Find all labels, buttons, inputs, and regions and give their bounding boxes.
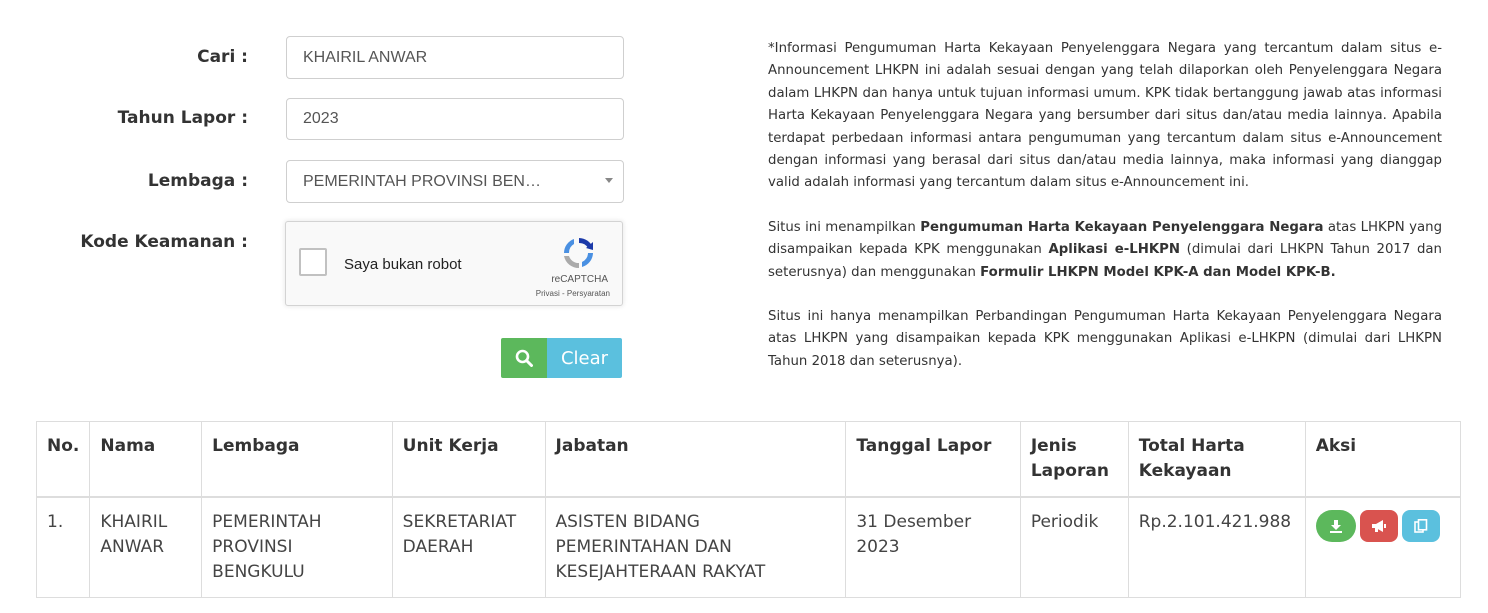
info-paragraph-3: Situs ini hanya menampilkan Perbandingan…: [768, 309, 1442, 369]
cell-tanggal-lapor: 31 Desember 2023: [845, 496, 1021, 598]
megaphone-icon: [1371, 520, 1386, 532]
copy-button[interactable]: [1401, 510, 1440, 542]
lembaga-label: Lembaga :: [147, 171, 248, 191]
header-nama: Nama: [89, 421, 203, 498]
cell-jabatan: ASISTEN BIDANG PEMERINTAHAN DAN KESEJAHT…: [544, 496, 847, 598]
table-header-row: No. Nama Lembaga Unit Kerja Jabatan Tang…: [35, 421, 1462, 498]
header-no: No.: [35, 421, 91, 498]
tahun-lapor-value: 2023: [303, 110, 339, 127]
header-total-harta: Total Harta Kekayaan: [1127, 421, 1306, 498]
tahun-lapor-input[interactable]: 2023: [286, 98, 624, 140]
chevron-down-icon: [605, 178, 613, 183]
recaptcha-brand: reCAPTCHA: [551, 274, 608, 285]
recaptcha-links[interactable]: Privasi - Persyaratan: [536, 289, 610, 298]
recaptcha-logo-icon: [564, 238, 593, 269]
tahun-lapor-label: Tahun Lapor :: [117, 108, 248, 128]
cell-lembaga: PEMERINTAH PROVINSI BENGKULU: [201, 496, 393, 598]
download-icon: [1329, 520, 1342, 533]
cell-unit-kerja: SEKRETARIAT DAERAH: [391, 496, 546, 598]
lembaga-select-value: PEMERINTAH PROVINSI BEN…: [303, 172, 541, 190]
header-aksi: Aksi: [1304, 421, 1462, 498]
lembaga-select[interactable]: PEMERINTAH PROVINSI BEN…: [286, 160, 624, 203]
cell-total-harta: Rp.2.101.421.988: [1127, 496, 1306, 598]
info-paragraph-2: Situs ini menampilkan Pengumuman Harta K…: [768, 219, 1443, 280]
recaptcha-label: Saya bukan robot: [344, 256, 462, 273]
info-paragraph-1: *Informasi Pengumuman Harta Kekayaan Pen…: [768, 41, 1442, 191]
header-tanggal-lapor: Tanggal Lapor: [845, 421, 1021, 498]
clear-button[interactable]: Clear: [547, 338, 622, 378]
header-unit-kerja: Unit Kerja: [391, 421, 546, 498]
cell-aksi: [1304, 496, 1462, 598]
cell-nama: KHAIRIL ANWAR: [89, 496, 203, 598]
recaptcha-widget: Saya bukan robot reCAPTCHA Privasi - Per…: [285, 221, 623, 306]
cari-input-value: KHAIRIL ANWAR: [303, 48, 428, 66]
search-icon: [515, 349, 533, 367]
cell-no: 1.: [35, 496, 91, 598]
cari-label: Cari :: [197, 47, 248, 67]
table-row: 1. KHAIRIL ANWAR PEMERINTAH PROVINSI BEN…: [35, 496, 1462, 598]
cari-input[interactable]: KHAIRIL ANWAR: [286, 36, 624, 79]
header-lembaga: Lembaga: [201, 421, 393, 498]
kode-keamanan-label: Kode Keamanan :: [80, 232, 248, 252]
search-button[interactable]: [501, 338, 547, 378]
copy-icon: [1413, 519, 1428, 533]
header-jabatan: Jabatan: [544, 421, 847, 498]
download-button[interactable]: [1315, 510, 1356, 542]
header-jenis-laporan: Jenis Laporan: [1019, 421, 1129, 498]
results-table: No. Nama Lembaga Unit Kerja Jabatan Tang…: [35, 421, 1462, 598]
recaptcha-checkbox[interactable]: [299, 248, 327, 276]
announcement-button[interactable]: [1359, 510, 1398, 542]
info-text: *Informasi Pengumuman Harta Kekayaan Pen…: [768, 38, 1442, 395]
cell-jenis-laporan: Periodik: [1019, 496, 1129, 598]
